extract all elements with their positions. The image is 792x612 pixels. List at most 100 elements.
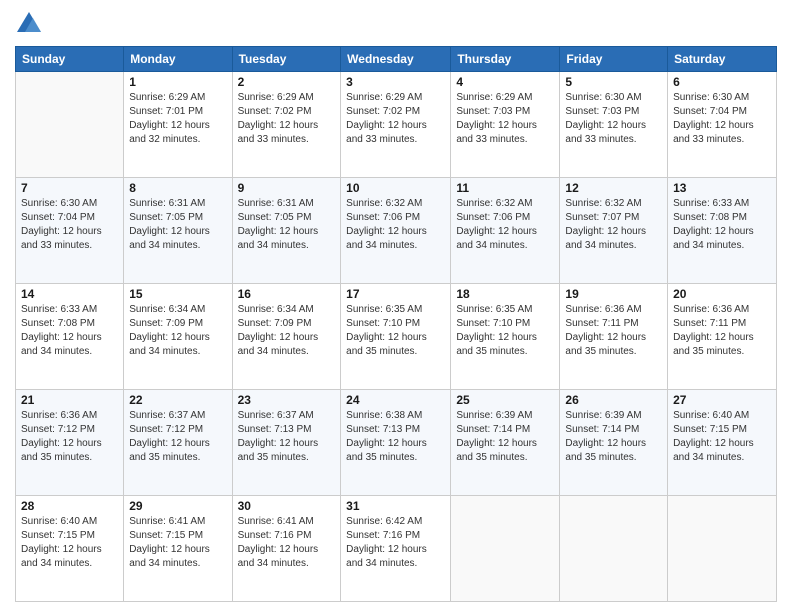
- logo-icon: [15, 10, 43, 38]
- day-number: 18: [456, 287, 554, 301]
- day-info: Sunrise: 6:36 AM Sunset: 7:11 PM Dayligh…: [673, 303, 771, 359]
- day-number: 30: [238, 499, 336, 513]
- day-info: Sunrise: 6:42 AM Sunset: 7:16 PM Dayligh…: [346, 515, 445, 571]
- weekday-header-tuesday: Tuesday: [232, 47, 341, 72]
- day-number: 16: [238, 287, 336, 301]
- calendar-cell: 10 Sunrise: 6:32 AM Sunset: 7:06 PM Dayli…: [341, 178, 451, 284]
- day-number: 26: [565, 393, 662, 407]
- calendar-cell: 16 Sunrise: 6:34 AM Sunset: 7:09 PM Dayli…: [232, 284, 341, 390]
- day-number: 27: [673, 393, 771, 407]
- day-info: Sunrise: 6:31 AM Sunset: 7:05 PM Dayligh…: [129, 197, 226, 253]
- day-number: 13: [673, 181, 771, 195]
- calendar-cell: 6Sunrise: 6:30 AM Sunset: 7:04 PM Daylig…: [668, 72, 777, 178]
- day-info: Sunrise: 6:29 AM Sunset: 7:01 PM Dayligh…: [129, 91, 226, 147]
- calendar: SundayMondayTuesdayWednesdayThursdayFrid…: [15, 46, 777, 602]
- calendar-cell: 23Sunrise: 6:37 AM Sunset: 7:13 PM Dayli…: [232, 390, 341, 496]
- day-info: Sunrise: 6:29 AM Sunset: 7:02 PM Dayligh…: [346, 91, 445, 147]
- calendar-cell: 17Sunrise: 6:35 AM Sunset: 7:10 PM Dayli…: [341, 284, 451, 390]
- day-number: 22: [129, 393, 226, 407]
- calendar-cell: 21 Sunrise: 6:36 AM Sunset: 7:12 PM Dayli…: [16, 390, 124, 496]
- day-number: 12: [565, 181, 662, 195]
- day-info: Sunrise: 6:30 AM Sunset: 7:04 PM Dayligh…: [21, 197, 118, 253]
- calendar-cell: [668, 496, 777, 602]
- calendar-cell: 30Sunrise: 6:41 AM Sunset: 7:16 PM Dayli…: [232, 496, 341, 602]
- day-number: 19: [565, 287, 662, 301]
- calendar-cell: 19 Sunrise: 6:36 AM Sunset: 7:11 PM Dayli…: [560, 284, 668, 390]
- day-info: Sunrise: 6:35 AM Sunset: 7:10 PM Dayligh…: [456, 303, 554, 359]
- day-info: Sunrise: 6:36 AM Sunset: 7:11 PM Dayligh…: [565, 303, 662, 359]
- day-info: Sunrise: 6:32 AM Sunset: 7:07 PM Dayligh…: [565, 197, 662, 253]
- day-number: 28: [21, 499, 118, 513]
- day-info: Sunrise: 6:29 AM Sunset: 7:03 PM Dayligh…: [456, 91, 554, 147]
- calendar-cell: [16, 72, 124, 178]
- day-number: 14: [21, 287, 118, 301]
- calendar-cell: 26 Sunrise: 6:39 AM Sunset: 7:14 PM Dayli…: [560, 390, 668, 496]
- day-info: Sunrise: 6:32 AM Sunset: 7:06 PM Dayligh…: [346, 197, 445, 253]
- day-number: 29: [129, 499, 226, 513]
- calendar-cell: 31Sunrise: 6:42 AM Sunset: 7:16 PM Dayli…: [341, 496, 451, 602]
- weekday-header-wednesday: Wednesday: [341, 47, 451, 72]
- calendar-cell: 13 Sunrise: 6:33 AM Sunset: 7:08 PM Dayli…: [668, 178, 777, 284]
- day-number: 20: [673, 287, 771, 301]
- calendar-cell: 11Sunrise: 6:32 AM Sunset: 7:06 PM Dayli…: [451, 178, 560, 284]
- calendar-cell: 5 Sunrise: 6:30 AM Sunset: 7:03 PM Daylig…: [560, 72, 668, 178]
- page: SundayMondayTuesdayWednesdayThursdayFrid…: [0, 0, 792, 612]
- calendar-cell: [451, 496, 560, 602]
- day-number: 4: [456, 75, 554, 89]
- day-number: 10: [346, 181, 445, 195]
- calendar-cell: 15Sunrise: 6:34 AM Sunset: 7:09 PM Dayli…: [124, 284, 232, 390]
- day-info: Sunrise: 6:35 AM Sunset: 7:10 PM Dayligh…: [346, 303, 445, 359]
- weekday-header-monday: Monday: [124, 47, 232, 72]
- day-info: Sunrise: 6:39 AM Sunset: 7:14 PM Dayligh…: [456, 409, 554, 465]
- day-info: Sunrise: 6:33 AM Sunset: 7:08 PM Dayligh…: [673, 197, 771, 253]
- calendar-cell: 1 Sunrise: 6:29 AM Sunset: 7:01 PM Daylig…: [124, 72, 232, 178]
- day-info: Sunrise: 6:30 AM Sunset: 7:03 PM Dayligh…: [565, 91, 662, 147]
- day-number: 7: [21, 181, 118, 195]
- day-number: 24: [346, 393, 445, 407]
- day-info: Sunrise: 6:40 AM Sunset: 7:15 PM Dayligh…: [673, 409, 771, 465]
- calendar-cell: 28 Sunrise: 6:40 AM Sunset: 7:15 PM Dayli…: [16, 496, 124, 602]
- calendar-cell: 20 Sunrise: 6:36 AM Sunset: 7:11 PM Dayli…: [668, 284, 777, 390]
- day-number: 25: [456, 393, 554, 407]
- calendar-cell: 29 Sunrise: 6:41 AM Sunset: 7:15 PM Dayli…: [124, 496, 232, 602]
- calendar-cell: 3 Sunrise: 6:29 AM Sunset: 7:02 PM Daylig…: [341, 72, 451, 178]
- weekday-header-sunday: Sunday: [16, 47, 124, 72]
- day-number: 1: [129, 75, 226, 89]
- day-number: 6: [673, 75, 771, 89]
- calendar-cell: 22 Sunrise: 6:37 AM Sunset: 7:12 PM Dayli…: [124, 390, 232, 496]
- calendar-cell: 8Sunrise: 6:31 AM Sunset: 7:05 PM Daylig…: [124, 178, 232, 284]
- day-number: 23: [238, 393, 336, 407]
- week-row-5: 28 Sunrise: 6:40 AM Sunset: 7:15 PM Dayli…: [16, 496, 777, 602]
- calendar-cell: 12 Sunrise: 6:32 AM Sunset: 7:07 PM Dayli…: [560, 178, 668, 284]
- day-info: Sunrise: 6:31 AM Sunset: 7:05 PM Dayligh…: [238, 197, 336, 253]
- day-info: Sunrise: 6:36 AM Sunset: 7:12 PM Dayligh…: [21, 409, 118, 465]
- calendar-cell: 2Sunrise: 6:29 AM Sunset: 7:02 PM Daylig…: [232, 72, 341, 178]
- calendar-cell: 18 Sunrise: 6:35 AM Sunset: 7:10 PM Dayli…: [451, 284, 560, 390]
- week-row-1: 1 Sunrise: 6:29 AM Sunset: 7:01 PM Daylig…: [16, 72, 777, 178]
- day-info: Sunrise: 6:39 AM Sunset: 7:14 PM Dayligh…: [565, 409, 662, 465]
- day-number: 21: [21, 393, 118, 407]
- logo: [15, 10, 47, 38]
- calendar-cell: 14 Sunrise: 6:33 AM Sunset: 7:08 PM Dayli…: [16, 284, 124, 390]
- day-info: Sunrise: 6:33 AM Sunset: 7:08 PM Dayligh…: [21, 303, 118, 359]
- weekday-header-friday: Friday: [560, 47, 668, 72]
- calendar-cell: 25 Sunrise: 6:39 AM Sunset: 7:14 PM Dayli…: [451, 390, 560, 496]
- day-info: Sunrise: 6:29 AM Sunset: 7:02 PM Dayligh…: [238, 91, 336, 147]
- header: [15, 10, 777, 38]
- day-number: 3: [346, 75, 445, 89]
- day-info: Sunrise: 6:34 AM Sunset: 7:09 PM Dayligh…: [238, 303, 336, 359]
- weekday-header-thursday: Thursday: [451, 47, 560, 72]
- day-number: 11: [456, 181, 554, 195]
- weekday-header-saturday: Saturday: [668, 47, 777, 72]
- day-number: 5: [565, 75, 662, 89]
- calendar-cell: 27 Sunrise: 6:40 AM Sunset: 7:15 PM Dayli…: [668, 390, 777, 496]
- day-info: Sunrise: 6:40 AM Sunset: 7:15 PM Dayligh…: [21, 515, 118, 571]
- day-info: Sunrise: 6:37 AM Sunset: 7:12 PM Dayligh…: [129, 409, 226, 465]
- day-number: 15: [129, 287, 226, 301]
- calendar-cell: 24 Sunrise: 6:38 AM Sunset: 7:13 PM Dayli…: [341, 390, 451, 496]
- week-row-4: 21 Sunrise: 6:36 AM Sunset: 7:12 PM Dayli…: [16, 390, 777, 496]
- day-info: Sunrise: 6:38 AM Sunset: 7:13 PM Dayligh…: [346, 409, 445, 465]
- calendar-cell: 4 Sunrise: 6:29 AM Sunset: 7:03 PM Daylig…: [451, 72, 560, 178]
- week-row-3: 14 Sunrise: 6:33 AM Sunset: 7:08 PM Dayli…: [16, 284, 777, 390]
- day-info: Sunrise: 6:41 AM Sunset: 7:15 PM Dayligh…: [129, 515, 226, 571]
